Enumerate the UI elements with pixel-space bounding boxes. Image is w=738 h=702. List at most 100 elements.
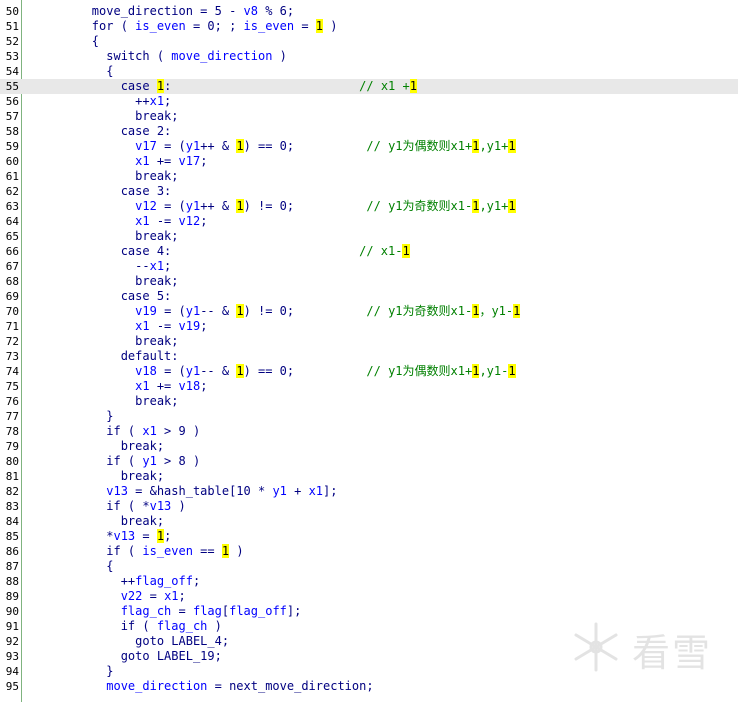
code-line[interactable]: 62 case 3: [0,184,738,199]
line-number: 81 [5,470,19,483]
code-text[interactable]: break; [34,439,164,454]
code-text[interactable]: v17 = (y1++ & 1) == 0; // y1为偶数则x1+1,y1+… [34,139,516,154]
code-token: break; [34,109,179,123]
code-text[interactable]: --x1; [34,259,171,274]
code-line[interactable]: 88 ++flag_off; [0,574,738,589]
code-token: ; [164,259,172,273]
code-line[interactable]: 68 break; [0,274,738,289]
code-line[interactable]: 78 if ( x1 > 9 ) [0,424,738,439]
code-line[interactable]: 55 case 1: // x1 +1 [0,79,738,94]
code-line[interactable]: 84 break; [0,514,738,529]
code-text[interactable]: v19 = (y1-- & 1) != 0; // y1为奇数则x1-1，y1-… [34,304,521,319]
code-line[interactable]: 71 x1 -= v19; [0,319,738,334]
code-text[interactable]: break; [34,514,164,529]
code-text[interactable]: { [34,34,99,49]
code-text[interactable]: x1 += v18; [34,379,207,394]
variable-token: x1 [135,214,150,228]
code-line[interactable]: 80 if ( y1 > 8 ) [0,454,738,469]
line-number: 53 [5,50,19,63]
line-number: 74 [5,365,19,378]
code-text[interactable]: ++flag_off; [34,574,201,589]
code-text[interactable]: case 1: // x1 +1 [34,79,417,94]
code-line[interactable]: 56 ++x1; [0,94,738,109]
pseudocode-view[interactable]: 50 move_direction = 5 - v8 % 6; 51 for ( … [0,0,738,702]
variable-token: x1 [149,259,165,273]
code-text[interactable]: case 4: // x1-1 [34,244,410,259]
code-text[interactable]: goto LABEL_19; [34,649,222,664]
code-line[interactable]: 66 case 4: // x1-1 [0,244,738,259]
code-text[interactable]: flag_ch = flag[flag_off]; [34,604,302,619]
code-line[interactable]: 69 case 5: [0,289,738,304]
code-text[interactable]: v22 = x1; [34,589,186,604]
code-line[interactable]: 52 { [0,34,738,49]
code-line[interactable]: 58 case 2: [0,124,738,139]
code-text[interactable]: { [34,64,113,79]
code-line[interactable]: 67 --x1; [0,259,738,274]
code-text[interactable]: break; [34,334,178,349]
code-text[interactable]: } [34,409,113,424]
code-line[interactable]: 81 break; [0,469,738,484]
code-line[interactable]: 73 default: [0,349,738,364]
code-line[interactable]: 57 break; [0,109,738,124]
code-line[interactable]: 70 v19 = (y1-- & 1) != 0; // y1为奇数则x1-1，… [0,304,738,319]
code-line[interactable]: 90 flag_ch = flag[flag_off]; [0,604,738,619]
code-line[interactable]: 82 v13 = &hash_table[10 * y1 + x1]; [0,484,738,499]
line-number: 87 [5,560,19,573]
code-token: move_direction = 5 - [34,4,244,18]
code-line[interactable]: 95 move_direction = next_move_direction; [0,679,738,694]
code-text[interactable]: for ( is_even = 0; ; is_even = 1 ) [34,19,337,34]
code-line[interactable]: 64 x1 -= v12; [0,214,738,229]
code-text[interactable]: x1 += v17; [34,154,207,169]
code-line[interactable]: 54 { [0,64,738,79]
code-text[interactable]: move_direction = next_move_direction; [34,679,373,694]
code-text[interactable]: x1 -= v19; [34,319,207,334]
code-line[interactable]: 65 break; [0,229,738,244]
code-text[interactable]: x1 -= v12; [34,214,207,229]
code-text[interactable]: switch ( move_direction ) [34,49,287,64]
code-line[interactable]: 72 break; [0,334,738,349]
code-text[interactable]: break; [34,169,178,184]
code-line[interactable]: 89 v22 = x1; [0,589,738,604]
code-text[interactable]: break; [34,394,178,409]
code-text[interactable]: case 2: [34,124,172,139]
code-text[interactable]: { [34,559,113,574]
code-text[interactable]: if ( y1 > 8 ) [34,454,200,469]
code-text[interactable]: *v13 = 1; [34,529,171,544]
code-text[interactable]: if ( *v13 ) [34,499,186,514]
code-text[interactable]: case 5: [34,289,172,304]
code-line[interactable]: 61 break; [0,169,738,184]
code-line[interactable]: 77 } [0,409,738,424]
code-text[interactable]: case 3: [34,184,172,199]
code-line[interactable]: 76 break; [0,394,738,409]
code-line[interactable]: 79 break; [0,439,738,454]
code-text[interactable]: break; [34,229,178,244]
code-text[interactable]: } [34,664,113,679]
code-line[interactable]: 63 v12 = (y1++ & 1) != 0; // y1为奇数则x1-1,… [0,199,738,214]
code-text[interactable]: if ( is_even == 1 ) [34,544,244,559]
code-text[interactable]: v18 = (y1-- & 1) == 0; // y1为偶数则x1+1,y1-… [34,364,516,379]
code-text[interactable]: goto LABEL_4; [34,634,229,649]
code-text[interactable]: default: [34,349,179,364]
code-text[interactable]: if ( x1 > 9 ) [34,424,200,439]
code-line[interactable]: 74 v18 = (y1-- & 1) == 0; // y1为偶数则x1+1,… [0,364,738,379]
code-text[interactable]: v13 = &hash_table[10 * y1 + x1]; [34,484,337,499]
code-text[interactable]: break; [34,274,178,289]
code-line[interactable]: 59 v17 = (y1++ & 1) == 0; // y1为偶数则x1+1,… [0,139,738,154]
code-line[interactable]: 86 if ( is_even == 1 ) [0,544,738,559]
code-text[interactable]: break; [34,109,179,124]
code-text[interactable]: ++x1; [34,94,171,109]
code-line[interactable]: 85 *v13 = 1; [0,529,738,544]
code-line[interactable]: 53 switch ( move_direction ) [0,49,738,64]
code-text[interactable]: move_direction = 5 - v8 % 6; [34,4,294,19]
code-line[interactable]: 60 x1 += v17; [0,154,738,169]
code-line[interactable]: 75 x1 += v18; [0,379,738,394]
code-line[interactable]: 51 for ( is_even = 0; ; is_even = 1 ) [0,19,738,34]
code-text[interactable]: v12 = (y1++ & 1) != 0; // y1为奇数则x1-1,y1+… [34,199,516,214]
code-line[interactable]: 87 { [0,559,738,574]
code-text[interactable]: if ( flag_ch ) [34,619,222,634]
code-text[interactable]: break; [34,469,164,484]
code-line[interactable]: 83 if ( *v13 ) [0,499,738,514]
code-line[interactable]: 50 move_direction = 5 - v8 % 6; [0,4,738,19]
